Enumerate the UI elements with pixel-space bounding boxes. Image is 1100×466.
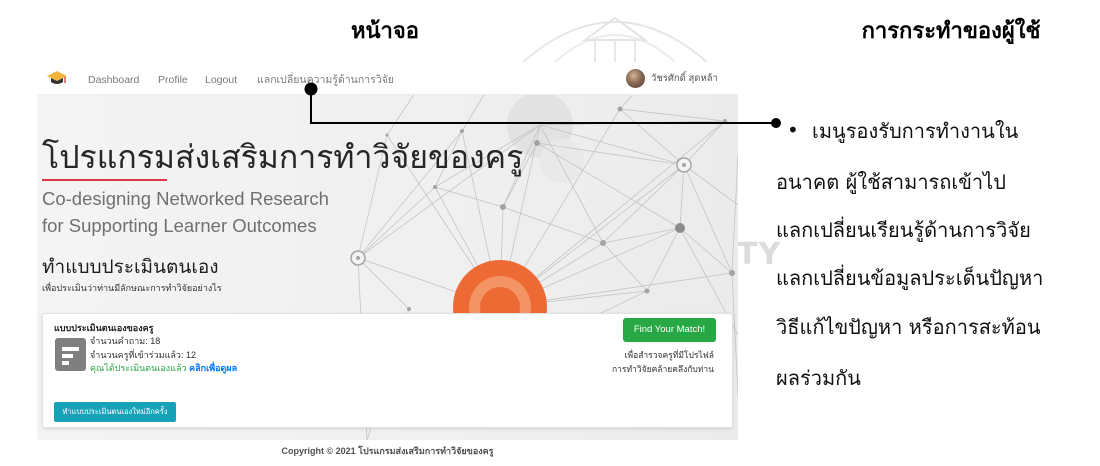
network-link: [683, 164, 733, 274]
annotation-line: ผลร่วมกัน: [776, 366, 861, 390]
network-link: [602, 227, 681, 244]
app-screenshot: Dashboard Profile Logout แลกเปลี่ยนความร…: [37, 62, 738, 466]
assessment-card: แบบประเมินตนเองของครู จำนวนคำถาม: 18 จำน…: [42, 313, 733, 428]
title-underline: [42, 179, 167, 181]
self-assessment-description: เพื่อประเมินว่าท่านมีลักษณะการทำวิจัยอย่…: [42, 283, 222, 293]
footer-copyright: Copyright © 2021 โปรแกรมส่งเสริมการทำวิจ…: [281, 446, 494, 456]
annotation-bullet: •: [787, 118, 799, 142]
assessment-status-line: คุณได้ประเมินตนเองแล้ว คลิกเพื่อดูผล: [90, 362, 237, 374]
find-your-match-button[interactable]: Find Your Match!: [623, 318, 716, 342]
screen-column-heading: หน้าจอ: [351, 19, 419, 44]
network-node: [600, 240, 606, 246]
network-node: [534, 140, 540, 146]
view-result-link[interactable]: คลิกเพื่อดูผล: [189, 363, 237, 373]
annotation-line: อนาคต ผู้ใช้สามารถเข้าไป: [776, 170, 1006, 194]
nav-research-exchange-link[interactable]: แลกเปลี่ยนความรู้ด้านการวิจัย: [257, 73, 394, 87]
retake-assessment-button[interactable]: ทำแบบประเมินตนเองใหม่อีกครั้ง: [54, 402, 176, 422]
network-link: [679, 227, 733, 274]
network-link: [357, 257, 410, 310]
user-name: วัชรศักดิ์ สุดหล้า: [651, 73, 718, 84]
subtitle-line-1: Co-designing Networked Research: [42, 188, 329, 209]
annotation-line: แลกเปลี่ยนเรียนรู้ด้านการวิจัย: [776, 218, 1031, 242]
network-link: [679, 164, 685, 229]
network-link: [386, 95, 415, 136]
network-link: [434, 186, 504, 208]
page-title: โปรแกรมส่งเสริมการทำวิจัยของครู: [42, 139, 524, 175]
annotation-line: แลกเปลี่ยนข้อมูลประเด็นปัญหา: [776, 266, 1044, 290]
match-description-line-2: การทำวิจัยคล้ายคลึงกับท่าน: [611, 364, 714, 374]
avatar: [626, 69, 645, 88]
user-menu[interactable]: วัชรศักดิ์ สุดหล้า: [626, 69, 736, 89]
network-ring-node-center: [682, 163, 686, 167]
figure-page: TY หน้าจอ การกระทำของผู้ใช้ Dashboard Pr…: [0, 0, 1100, 466]
assessment-status: คุณได้ประเมินตนเองแล้ว: [90, 363, 187, 373]
network-link: [619, 95, 634, 110]
nav-logout-link[interactable]: Logout: [205, 73, 237, 87]
network-link: [596, 290, 648, 316]
annotation-line: วิธีแก้ไขปัญหา หรือการสะท้อน: [776, 315, 1041, 339]
network-link: [536, 142, 681, 229]
network-link: [602, 242, 648, 292]
question-count: จำนวนคำถาม: 18: [90, 336, 161, 346]
network-node: [644, 288, 650, 294]
network-node: [729, 270, 735, 276]
annotation-line: เมนูรองรับการทำงานใน: [812, 119, 1019, 143]
user-action-column-heading: การกระทำของผู้ใช้: [861, 19, 1041, 44]
match-description-line-1: เพื่อสำรวจครูที่มีโปรไฟล์: [624, 350, 714, 360]
network-pale-node: [540, 139, 584, 183]
callout-end-dot: [771, 118, 781, 128]
watermark-text: TY: [737, 237, 782, 272]
network-link: [619, 108, 726, 122]
network-ring-node-center: [356, 256, 360, 260]
network-node: [433, 185, 437, 189]
network-node: [460, 129, 464, 133]
nav-dashboard-link[interactable]: Dashboard: [88, 73, 139, 87]
network-node: [500, 204, 506, 210]
network-node: [723, 119, 727, 123]
network-link: [461, 95, 485, 132]
network-node: [675, 223, 685, 233]
network-link: [357, 186, 436, 259]
network-link: [683, 164, 738, 206]
network-node: [617, 106, 623, 112]
subtitle-line-2: for Supporting Learner Outcomes: [42, 215, 317, 236]
graduation-cap-icon[interactable]: [47, 69, 67, 87]
top-navbar: Dashboard Profile Logout แลกเปลี่ยนความร…: [37, 62, 738, 95]
assessment-card-title: แบบประเมินตนเองของครู: [54, 323, 154, 333]
self-assessment-heading: ทำแบบประเมินตนเอง: [42, 257, 219, 278]
network-node: [407, 307, 411, 311]
form-document-icon: [55, 338, 86, 371]
watermark-seal-icon: [522, 16, 708, 62]
participant-count: จำนวนครูที่เข้าร่วมแล้ว: 12: [90, 350, 196, 360]
network-link: [731, 154, 738, 274]
network-link: [683, 120, 726, 166]
nav-profile-link[interactable]: Profile: [158, 73, 188, 87]
hero-section: โปรแกรมส่งเสริมการทำวิจัยของครู Co-desig…: [37, 95, 738, 440]
